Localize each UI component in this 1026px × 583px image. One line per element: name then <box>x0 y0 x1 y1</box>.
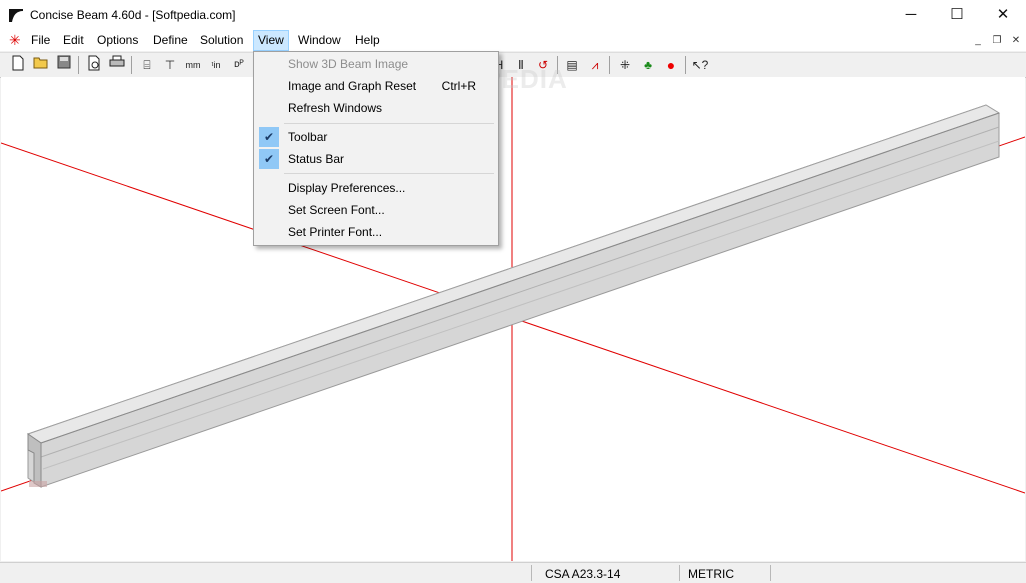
expand-icon[interactable]: ⁜ <box>615 55 635 75</box>
menu-item-refresh-windows[interactable]: Refresh Windows <box>256 97 496 119</box>
new-file-icon[interactable] <box>8 55 28 75</box>
checkmark-icon: ✔ <box>259 127 279 147</box>
menu-item-status-bar[interactable]: ✔ Status Bar <box>256 148 496 170</box>
menu-bar: ✳ File Edit Options Define Solution View… <box>0 30 1026 51</box>
beam-3d-image <box>1 77 1025 561</box>
print-icon[interactable] <box>107 55 127 75</box>
record-stop-icon[interactable]: ● <box>661 55 681 75</box>
checkmark-icon: ✔ <box>259 149 279 169</box>
status-separator <box>770 565 771 581</box>
open-folder-icon[interactable] <box>31 55 51 75</box>
save-icon[interactable] <box>54 55 74 75</box>
tree-icon[interactable]: ♣ <box>638 55 658 75</box>
menu-solution[interactable]: Solution <box>196 30 247 51</box>
mdi-minimize-button[interactable]: _ <box>970 33 986 48</box>
menu-item-display-preferences[interactable]: Display Preferences... <box>256 177 496 199</box>
window-title: Concise Beam 4.60d - [Softpedia.com] <box>30 8 236 22</box>
status-bar: CSA A23.3-14 METRIC <box>0 562 1026 583</box>
beam-section-icon[interactable]: ⌸ <box>137 55 157 75</box>
status-units: METRIC <box>688 567 734 581</box>
in-ft-icon[interactable]: ᵗin <box>206 55 226 75</box>
mdi-close-button[interactable]: ✕ <box>1008 33 1024 48</box>
toolbar-separator <box>685 56 686 74</box>
graph-icon[interactable]: ⩘ <box>585 55 605 75</box>
menu-item-image-graph-reset[interactable]: Image and Graph Reset Ctrl+R <box>256 75 496 97</box>
menu-separator <box>284 123 494 124</box>
mm-in-icon[interactable]: mm <box>183 55 203 75</box>
toolbar-separator <box>131 56 132 74</box>
print-preview-icon[interactable] <box>84 55 104 75</box>
beam-elevation-icon[interactable]: ⊤ <box>160 55 180 75</box>
status-separator <box>531 565 532 581</box>
mdi-restore-button[interactable]: ❐ <box>989 33 1005 48</box>
menu-item-set-screen-font[interactable]: Set Screen Font... <box>256 199 496 221</box>
menu-file[interactable]: File <box>27 30 54 51</box>
menu-view[interactable]: View <box>253 30 289 51</box>
toolbar-separator <box>609 56 610 74</box>
maximize-button[interactable]: ☐ <box>934 0 980 30</box>
units-icon[interactable]: ᴅᴾ <box>229 55 249 75</box>
context-help-icon[interactable]: ↖? <box>690 55 710 75</box>
menu-options[interactable]: Options <box>93 30 142 51</box>
toolbar-separator <box>78 56 79 74</box>
close-button[interactable]: ✕ <box>980 0 1026 30</box>
menu-item-show-3d-beam-image[interactable]: Show 3D Beam Image <box>256 53 496 75</box>
beam-3d-view[interactable] <box>1 77 1025 561</box>
menu-separator <box>284 173 494 174</box>
menu-help[interactable]: Help <box>351 30 384 51</box>
menu-item-set-printer-font[interactable]: Set Printer Font... <box>256 221 496 243</box>
status-separator <box>679 565 680 581</box>
shortcut-label: Ctrl+R <box>441 79 476 93</box>
title-bar: Concise Beam 4.60d - [Softpedia.com] ─ ☐… <box>0 0 1026 30</box>
menu-edit[interactable]: Edit <box>59 30 88 51</box>
system-menu-icon[interactable]: ✳ <box>9 32 23 48</box>
view-menu-dropdown: Show 3D Beam Image Image and Graph Reset… <box>253 51 499 246</box>
menu-window[interactable]: Window <box>294 30 345 51</box>
minimize-button[interactable]: ─ <box>888 0 934 30</box>
menu-define[interactable]: Define <box>149 30 192 51</box>
menu-item-toolbar[interactable]: ✔ Toolbar <box>256 126 496 148</box>
status-design-code: CSA A23.3-14 <box>545 567 621 581</box>
app-logo-icon <box>9 9 23 22</box>
